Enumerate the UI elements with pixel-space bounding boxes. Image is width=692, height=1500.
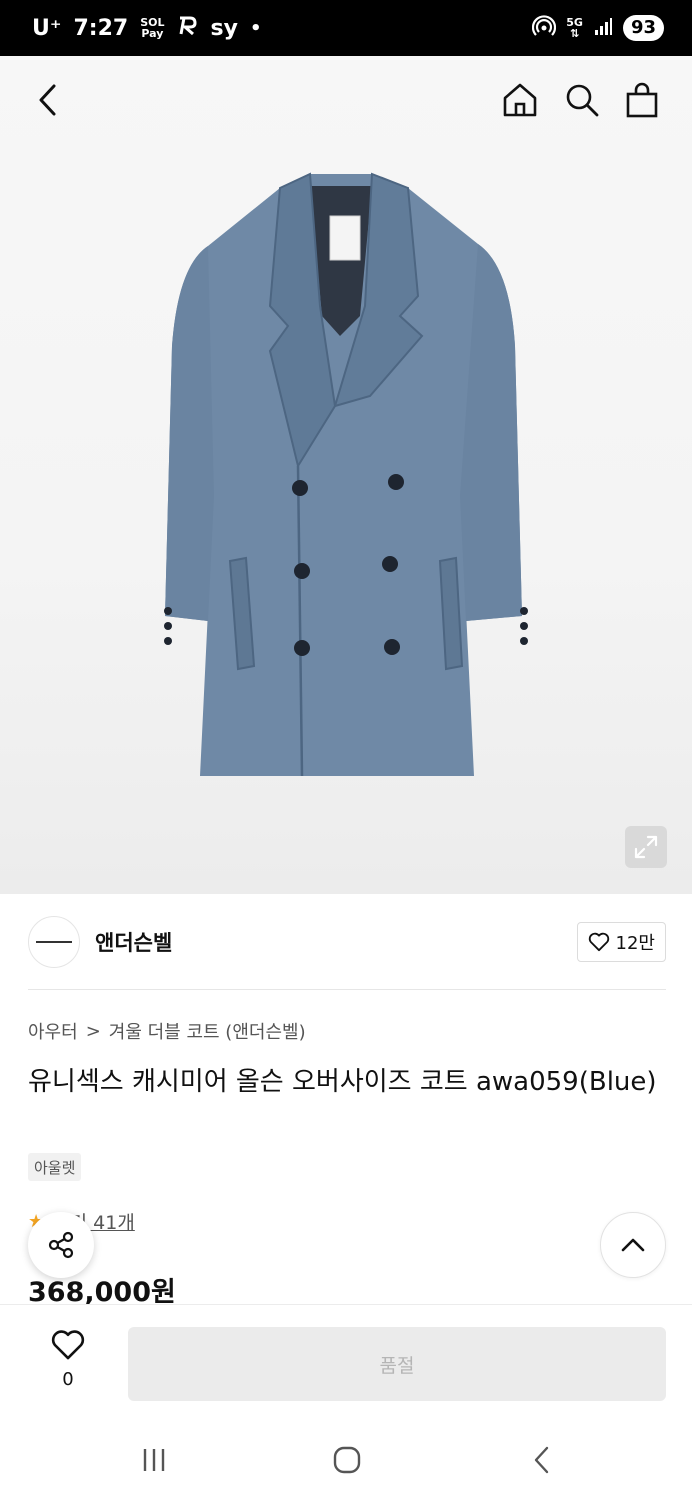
home-icon: [503, 83, 537, 117]
back-button[interactable]: [26, 78, 70, 122]
breadcrumb-category[interactable]: 아우터: [28, 1018, 78, 1044]
back-nav-button[interactable]: [522, 1442, 562, 1478]
expand-icon: [634, 835, 658, 859]
cart-button[interactable]: [620, 78, 664, 122]
sol-pay-icon: SOL Pay: [140, 17, 164, 39]
chevron-up-icon: [621, 1238, 645, 1252]
battery-indicator: 93: [622, 15, 664, 41]
divider: [28, 989, 666, 990]
home-nav-button[interactable]: [327, 1442, 367, 1478]
search-button[interactable]: [560, 78, 604, 122]
breadcrumb-separator: >: [85, 1020, 101, 1042]
hotspot-icon: [532, 14, 557, 42]
share-icon: [48, 1231, 74, 1259]
breadcrumb: 아우터 > 겨울 더블 코트 (앤더슨벨): [28, 1018, 306, 1044]
system-nav-bar: [0, 1416, 692, 1500]
carrier-label: U⁺: [32, 15, 62, 41]
network-5g-icon: 5G ⇅: [566, 17, 583, 39]
chevron-left-icon: [39, 84, 56, 116]
product-image-area[interactable]: [0, 56, 692, 894]
recent-apps-button[interactable]: [134, 1442, 174, 1478]
app-notification-icon: [177, 14, 199, 42]
signal-icon: [593, 16, 613, 40]
purchase-bar: 0 품절: [0, 1304, 692, 1416]
wishlist-count: 0: [62, 1369, 74, 1390]
sold-out-button[interactable]: 품절: [128, 1327, 666, 1401]
search-icon: [566, 84, 599, 117]
status-right: 5G ⇅ 93: [532, 14, 664, 42]
pay-bottom-text: Pay: [141, 27, 164, 40]
network-arrows: ⇅: [569, 27, 580, 40]
brand-logo-mark: [36, 941, 72, 943]
brand-like-button[interactable]: 12만: [576, 922, 666, 962]
home-button[interactable]: [498, 78, 542, 122]
recent-apps-icon: [143, 1449, 165, 1471]
brand-name[interactable]: 앤더슨벨: [95, 927, 172, 957]
product-image: [164, 172, 528, 777]
scroll-top-button[interactable]: [600, 1212, 666, 1278]
outlet-tag: 아울렛: [28, 1153, 82, 1181]
back-nav-icon: [534, 1446, 549, 1474]
brand-logo[interactable]: [28, 916, 80, 968]
home-circle-icon: [333, 1446, 361, 1474]
shopping-bag-icon: [626, 82, 658, 118]
status-left: U⁺ 7:27 SOL Pay sy •: [32, 14, 261, 42]
breadcrumb-subcategory[interactable]: 겨울 더블 코트 (앤더슨벨): [109, 1018, 306, 1044]
product-title: 유니섹스 캐시미어 올슨 오버사이즈 코트 awa059(Blue): [28, 1067, 657, 1097]
wishlist-button[interactable]: 0: [40, 1329, 96, 1390]
heart-icon: [51, 1330, 85, 1360]
share-button[interactable]: [28, 1212, 94, 1278]
notification-dot: •: [249, 17, 262, 39]
expand-image-button[interactable]: [625, 826, 667, 868]
heart-icon: [588, 932, 609, 952]
clock: 7:27: [73, 15, 129, 41]
status-bar: U⁺ 7:27 SOL Pay sy • 5G ⇅ 93: [0, 0, 692, 56]
brand-like-count: 12만: [615, 933, 655, 954]
app-badge-label: sy: [210, 15, 238, 41]
brand-row: 앤더슨벨 12만: [28, 914, 666, 970]
